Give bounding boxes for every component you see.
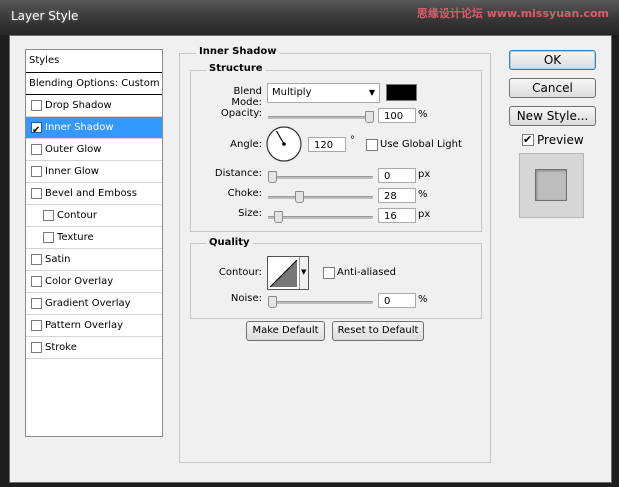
opacity-slider[interactable]: [268, 111, 374, 123]
style-list-item[interactable]: Gradient Overlay: [26, 293, 162, 315]
style-item-label: Satin: [45, 254, 71, 265]
style-list-item[interactable]: Color Overlay: [26, 271, 162, 293]
noise-input[interactable]: 0: [378, 293, 416, 308]
angle-label: Angle:: [230, 139, 262, 150]
cancel-button[interactable]: Cancel: [509, 78, 596, 98]
style-checkbox[interactable]: [31, 100, 42, 111]
style-list-item[interactable]: Satin: [26, 249, 162, 271]
angle-unit: °: [350, 135, 355, 146]
style-list-item[interactable]: Texture: [26, 227, 162, 249]
style-item-label: Texture: [57, 232, 94, 243]
style-checkbox[interactable]: [31, 144, 42, 155]
anti-aliased-label: Anti-aliased: [337, 267, 397, 278]
size-slider[interactable]: [268, 211, 373, 223]
watermark: 思缘设计论坛 www.missyuan.com: [416, 7, 609, 20]
style-item-label: Inner Glow: [45, 166, 99, 177]
preview-checkbox[interactable]: ✔: [522, 133, 534, 146]
choke-slider[interactable]: [268, 191, 373, 203]
noise-slider[interactable]: [268, 296, 373, 308]
style-item-label: Contour: [57, 210, 97, 221]
opacity-label: Opacity:: [220, 108, 262, 119]
style-item-label: Stroke: [45, 342, 77, 353]
distance-slider[interactable]: [268, 171, 373, 183]
style-checkbox[interactable]: [43, 210, 54, 221]
preview-thumbnail: [519, 153, 584, 218]
angle-input[interactable]: 120: [308, 137, 346, 152]
style-list-item[interactable]: Stroke: [26, 337, 162, 359]
distance-slider-thumb[interactable]: [268, 171, 277, 183]
blending-options-header[interactable]: Blending Options: Custom: [26, 73, 162, 95]
style-item-label: Color Overlay: [45, 276, 114, 287]
style-item-label: Bevel and Emboss: [45, 188, 137, 199]
use-global-light-checkbox[interactable]: [366, 139, 378, 151]
style-checkbox[interactable]: ✔: [31, 122, 42, 136]
distance-input[interactable]: 0: [378, 168, 416, 183]
contour-picker[interactable]: ▼: [267, 256, 309, 290]
style-list-item[interactable]: Bevel and Emboss: [26, 183, 162, 205]
angle-dial[interactable]: [265, 125, 303, 163]
size-label: Size:: [238, 208, 262, 219]
choke-unit: %: [418, 189, 428, 200]
style-item-label: Pattern Overlay: [45, 320, 124, 331]
style-item-label: Drop Shadow: [45, 100, 112, 111]
blend-mode-select[interactable]: Multiply ▼: [267, 83, 380, 103]
style-list-item[interactable]: ✔ Inner Shadow: [26, 117, 162, 139]
size-slider-thumb[interactable]: [274, 211, 283, 223]
blend-color-swatch[interactable]: [386, 84, 417, 101]
new-style-button[interactable]: New Style...: [509, 106, 596, 126]
style-item-label: Inner Shadow: [45, 122, 114, 133]
structure-title: Structure: [206, 63, 266, 74]
distance-unit: px: [418, 169, 431, 180]
inner-shadow-title: Inner Shadow: [196, 46, 280, 57]
contour-label: Contour:: [218, 267, 262, 278]
style-checkbox[interactable]: [31, 320, 42, 331]
opacity-input[interactable]: 100: [378, 108, 416, 123]
anti-aliased-checkbox[interactable]: [323, 267, 335, 279]
style-checkbox[interactable]: [31, 342, 42, 353]
style-checkbox[interactable]: [31, 166, 42, 177]
preview-label: Preview: [537, 133, 584, 147]
chevron-down-icon: ▼: [368, 88, 375, 97]
make-default-button[interactable]: Make Default: [246, 321, 325, 341]
style-checkbox[interactable]: [31, 276, 42, 287]
checkmark-icon: ✔: [32, 125, 41, 136]
noise-slider-thumb[interactable]: [268, 296, 277, 308]
style-list-item[interactable]: Contour: [26, 205, 162, 227]
opacity-unit: %: [418, 109, 428, 120]
distance-label: Distance:: [214, 168, 262, 179]
style-list-item[interactable]: Outer Glow: [26, 139, 162, 161]
use-global-light-label: Use Global Light: [380, 139, 462, 150]
opacity-slider-thumb[interactable]: [365, 111, 374, 123]
chevron-down-icon: ▼: [301, 268, 307, 276]
title-bar: Layer Style 思缘设计论坛 www.missyuan.com: [0, 0, 619, 35]
contour-curve-icon: [269, 259, 298, 288]
reset-to-default-button[interactable]: Reset to Default: [332, 321, 424, 341]
style-item-label: Outer Glow: [45, 144, 102, 155]
choke-slider-thumb[interactable]: [295, 191, 304, 203]
style-checkbox[interactable]: [31, 188, 42, 199]
quality-title: Quality: [206, 237, 253, 248]
style-item-label: Gradient Overlay: [45, 298, 131, 309]
style-checkbox[interactable]: [31, 298, 42, 309]
style-list-item[interactable]: Drop Shadow: [26, 95, 162, 117]
blend-mode-label: Blend Mode:: [231, 86, 262, 108]
style-list-item[interactable]: Inner Glow: [26, 161, 162, 183]
choke-label: Choke:: [227, 188, 262, 199]
blend-mode-value: Multiply: [272, 87, 312, 98]
styles-list: Styles Blending Options: Custom Drop Sha…: [25, 49, 163, 437]
style-checkbox[interactable]: [31, 254, 42, 265]
window-title: Layer Style: [11, 9, 79, 23]
quality-group: [190, 243, 482, 319]
noise-unit: %: [418, 294, 428, 305]
noise-label: Noise:: [230, 293, 262, 304]
styles-header[interactable]: Styles: [26, 50, 162, 73]
ok-button[interactable]: OK: [509, 50, 596, 70]
choke-input[interactable]: 28: [378, 188, 416, 203]
style-list-item[interactable]: Pattern Overlay: [26, 315, 162, 337]
layer-style-dialog: Styles Blending Options: Custom Drop Sha…: [9, 35, 612, 483]
style-checkbox[interactable]: [43, 232, 54, 243]
size-unit: px: [418, 209, 431, 220]
size-input[interactable]: 16: [378, 208, 416, 223]
